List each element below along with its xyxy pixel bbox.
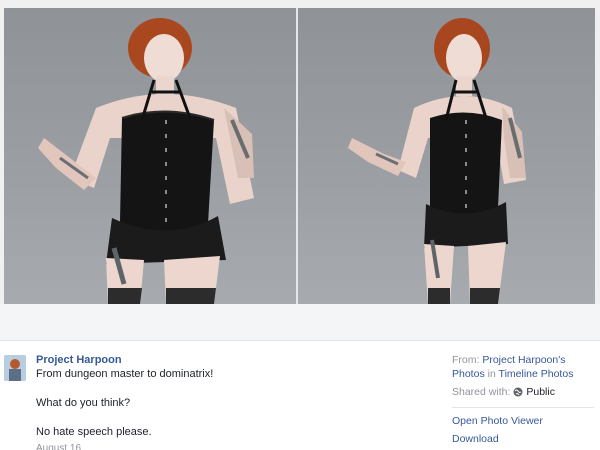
avatar-image bbox=[4, 355, 26, 381]
photo-left[interactable] bbox=[4, 8, 296, 304]
post-line-2: What do you think? bbox=[36, 397, 131, 409]
post-date[interactable]: August 16 bbox=[36, 442, 416, 450]
audience-label[interactable]: Public bbox=[526, 385, 555, 399]
author-link[interactable]: Project Harpoon bbox=[36, 353, 416, 367]
photo-left-image bbox=[38, 18, 254, 304]
photo-stage bbox=[0, 0, 600, 341]
post-text: Project Harpoon From dungeon master to d… bbox=[36, 353, 416, 450]
shared-with: Shared with: Public bbox=[452, 385, 598, 399]
shared-label: Shared with: bbox=[452, 386, 511, 398]
photo-permalink-page: Project Harpoon From dungeon master to d… bbox=[0, 0, 600, 450]
sidebar-divider bbox=[452, 407, 594, 408]
post-line-3: No hate speech please. bbox=[36, 426, 152, 438]
photo-source: From: Project Harpoon's Photos in Timeli… bbox=[452, 353, 598, 381]
download-link[interactable]: Download bbox=[452, 432, 598, 446]
photo-right[interactable] bbox=[298, 8, 595, 304]
photo-info-panel: Project Harpoon From dungeon master to d… bbox=[0, 341, 600, 450]
open-photo-viewer-link[interactable]: Open Photo Viewer bbox=[452, 414, 598, 428]
avatar[interactable] bbox=[4, 355, 26, 381]
from-label: From: bbox=[452, 354, 480, 366]
globe-icon bbox=[513, 387, 523, 397]
in-label: in bbox=[487, 368, 496, 380]
photo-bottom-band bbox=[0, 304, 600, 341]
photo-sidebar: From: Project Harpoon's Photos in Timeli… bbox=[452, 353, 598, 446]
photo-right-image bbox=[348, 18, 526, 304]
post-line-1: From dungeon master to dominatrix! bbox=[36, 368, 214, 380]
album-link[interactable]: Timeline Photos bbox=[499, 368, 574, 380]
